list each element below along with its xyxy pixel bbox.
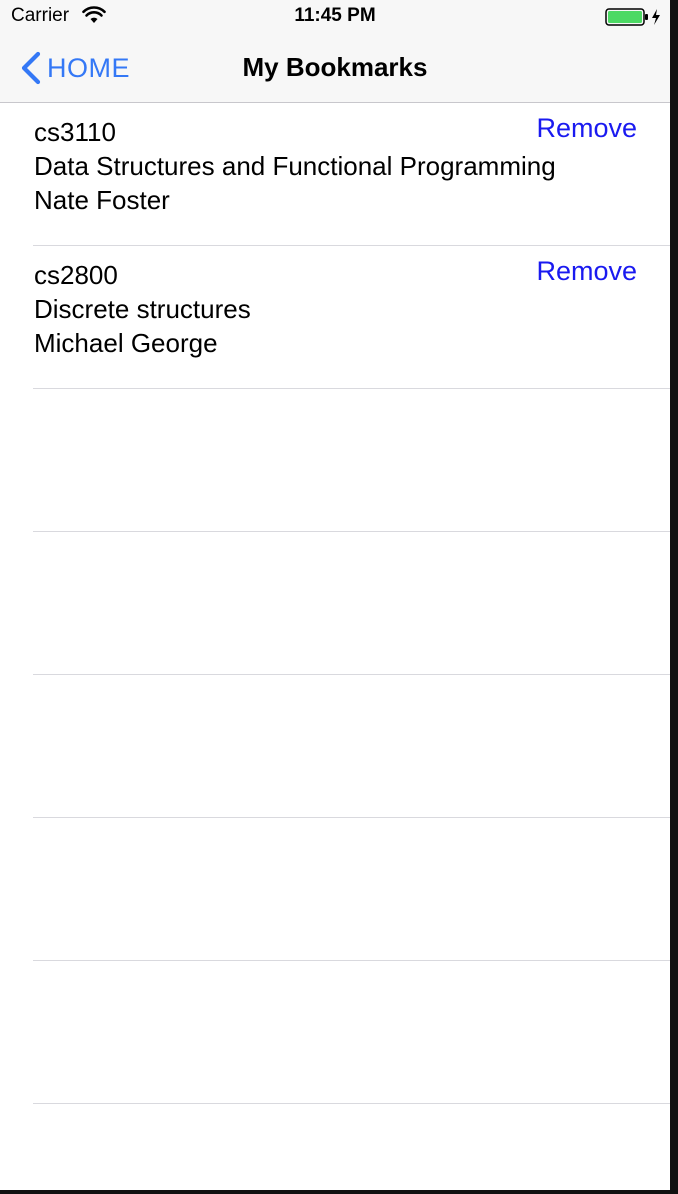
status-bar: Carrier 11:45 PM: [0, 0, 670, 34]
empty-row: [33, 818, 670, 961]
course-code: cs2800: [34, 260, 118, 290]
bookmark-row: cs3110 Data Structures and Functional Pr…: [33, 103, 670, 246]
bookmark-row: cs2800 Discrete structures Michael Georg…: [33, 246, 670, 389]
empty-row: [33, 675, 670, 818]
course-title: Data Structures and Functional Programmi…: [34, 151, 556, 181]
bookmark-info: cs2800 Discrete structures Michael Georg…: [34, 258, 251, 360]
remove-button[interactable]: Remove: [536, 113, 637, 144]
empty-row: [33, 961, 670, 1104]
bookmarks-list: cs3110 Data Structures and Functional Pr…: [0, 103, 670, 1104]
battery-charging-icon: [605, 8, 660, 26]
navigation-bar: HOME My Bookmarks: [0, 34, 670, 103]
status-time: 11:45 PM: [294, 5, 376, 26]
empty-row: [33, 389, 670, 532]
course-code: cs3110: [34, 117, 116, 147]
remove-button[interactable]: Remove: [536, 256, 637, 287]
course-instructor: Nate Foster: [34, 185, 170, 215]
bookmark-info: cs3110 Data Structures and Functional Pr…: [34, 115, 556, 217]
page-title: My Bookmarks: [242, 52, 428, 82]
course-instructor: Michael George: [34, 328, 218, 358]
course-title: Discrete structures: [34, 294, 251, 324]
empty-row: [33, 532, 670, 675]
app-screen: Carrier 11:45 PM HOME My Bookmarks cs311…: [0, 0, 670, 1190]
